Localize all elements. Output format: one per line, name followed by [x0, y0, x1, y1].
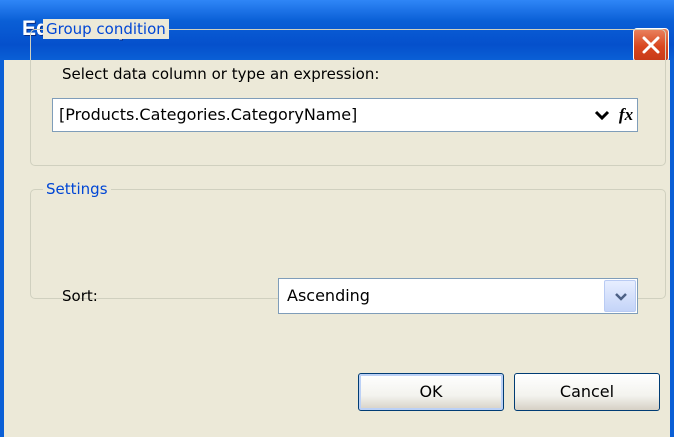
expression-dropdown-button[interactable] — [591, 103, 613, 127]
sort-select[interactable]: Ascending — [278, 278, 638, 314]
expression-editor-button[interactable]: fx — [615, 101, 637, 129]
expression-prompt-label: Select data column or type an expression… — [62, 65, 380, 83]
settings-legend: Settings — [43, 179, 111, 199]
ok-button[interactable]: OK — [358, 373, 504, 411]
chevron-down-icon — [594, 110, 610, 121]
expression-value: [Products.Categories.CategoryName] — [59, 105, 358, 124]
sort-selected-value: Ascending — [287, 286, 370, 305]
sort-dropdown-button[interactable] — [604, 280, 636, 312]
group-condition-legend: Group condition — [43, 19, 169, 39]
cancel-button[interactable]: Cancel — [514, 373, 660, 411]
sort-label: Sort: — [62, 287, 98, 305]
expression-input[interactable]: [Products.Categories.CategoryName] fx — [52, 98, 638, 132]
fx-icon: fx — [618, 105, 634, 124]
chevron-down-icon — [615, 293, 627, 301]
